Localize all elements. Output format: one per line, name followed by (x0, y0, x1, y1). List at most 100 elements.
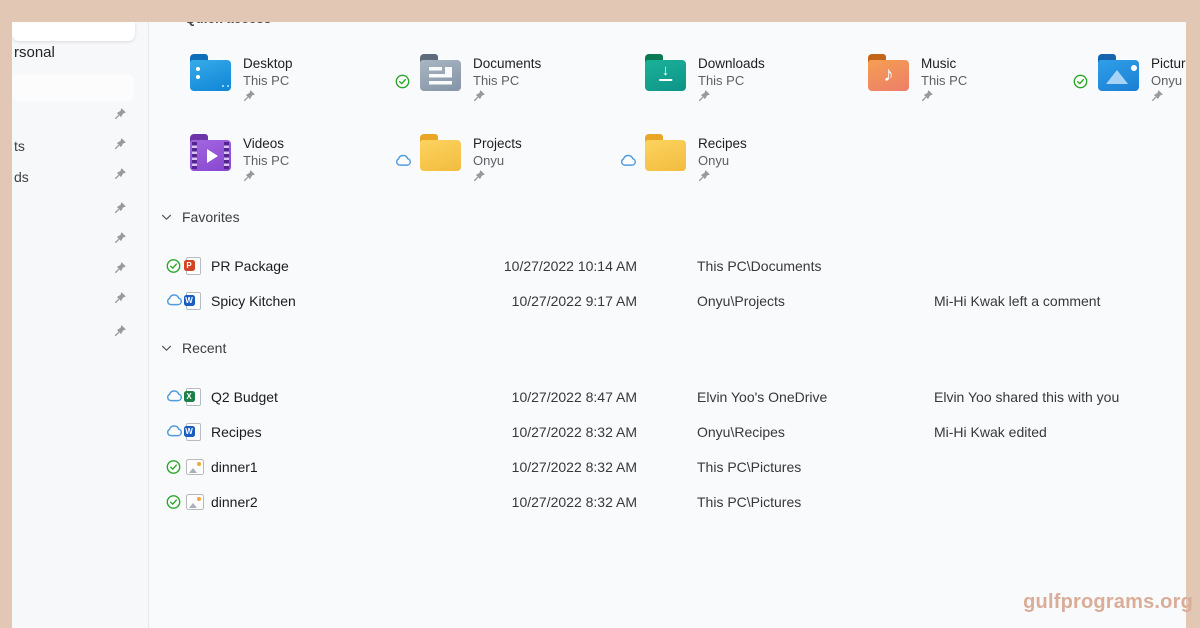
file-name: dinner2 (211, 494, 258, 510)
sidebar-item-highlight (12, 74, 134, 101)
row-pr-package[interactable]: P PR Package 10/27/2022 10:14 AM This PC… (0, 248, 1200, 283)
pin-icon (243, 89, 256, 102)
chevron-down-icon (161, 339, 172, 357)
music-folder-icon (868, 60, 909, 91)
row-dinner1[interactable]: dinner1 10/27/2022 8:32 AM This PC\Pictu… (0, 449, 1200, 484)
row-recipes[interactable]: W Recipes 10/27/2022 8:32 AM Onyu\Recipe… (0, 414, 1200, 449)
file-location: This PC\Documents (697, 258, 821, 274)
tile-location: Onyu (1151, 73, 1182, 88)
date-modified: 10/27/2022 8:47 AM (440, 389, 637, 405)
file-name: PR Package (211, 258, 289, 274)
tile-videos[interactable]: Videos This PC (190, 132, 408, 184)
file-explorer-window: rsonal ts ds Quick access Desktop This P… (0, 0, 1200, 628)
section-label: Favorites (182, 209, 240, 225)
navigation-pane: rsonal ts ds (12, 22, 148, 628)
tile-location: This PC (698, 73, 744, 88)
pin-icon[interactable] (114, 324, 128, 338)
synced-icon (166, 459, 183, 474)
tile-location: This PC (243, 73, 289, 88)
section-header-recent[interactable]: Recent (161, 338, 226, 358)
tile-name: Music (921, 56, 956, 71)
date-modified: 10/27/2022 9:17 AM (440, 293, 637, 309)
cloud-icon (166, 424, 183, 439)
pin-icon[interactable] (114, 201, 128, 215)
pin-icon[interactable] (114, 231, 128, 245)
tile-location: This PC (921, 73, 967, 88)
activity-text: Mi-Hi Kwak edited (934, 424, 1047, 440)
tile-desktop[interactable]: Desktop This PC (190, 52, 408, 104)
file-location: Elvin Yoo's OneDrive (697, 389, 827, 405)
image-icon (186, 459, 204, 475)
pin-icon[interactable] (114, 167, 128, 181)
pin-icon (921, 89, 934, 102)
tile-location: This PC (243, 153, 289, 168)
cloud-icon (620, 154, 637, 169)
file-location: This PC\Pictures (697, 459, 801, 475)
decorative-border-right (1186, 22, 1200, 628)
word-icon: W (186, 292, 201, 310)
file-name: dinner1 (211, 459, 258, 475)
row-spicy-kitchen[interactable]: W Spicy Kitchen 10/27/2022 9:17 AM Onyu\… (0, 283, 1200, 318)
pane-separator (148, 22, 149, 628)
pin-icon (243, 169, 256, 182)
tile-downloads[interactable]: Downloads This PC (645, 52, 863, 104)
tile-name: Downloads (698, 56, 765, 71)
sidebar-flyout (12, 22, 135, 41)
activity-text: Elvin Yoo shared this with you (934, 389, 1119, 405)
synced-icon (1073, 74, 1090, 89)
decorative-border-top (0, 0, 1200, 22)
section-header-favorites[interactable]: Favorites (161, 207, 240, 227)
tile-recipes[interactable]: Recipes Onyu (645, 132, 863, 184)
file-location: Onyu\Projects (697, 293, 785, 309)
tile-music[interactable]: Music This PC (868, 52, 1086, 104)
quick-access-heading-text: Quick access (185, 22, 280, 26)
date-modified: 10/27/2022 8:32 AM (440, 424, 637, 440)
pin-icon (698, 89, 711, 102)
tile-name: Documents (473, 56, 541, 71)
synced-icon (395, 74, 412, 89)
file-name: Recipes (211, 424, 262, 440)
tile-location: This PC (473, 73, 519, 88)
cloud-icon (166, 293, 183, 308)
activity-text: Mi-Hi Kwak left a comment (934, 293, 1100, 309)
row-q2-budget[interactable]: X Q2 Budget 10/27/2022 8:47 AM Elvin Yoo… (0, 379, 1200, 414)
date-modified: 10/27/2022 8:32 AM (440, 494, 637, 510)
file-name: Q2 Budget (211, 389, 278, 405)
tile-projects[interactable]: Projects Onyu (420, 132, 638, 184)
date-modified: 10/27/2022 10:14 AM (440, 258, 637, 274)
image-icon (186, 494, 204, 510)
decorative-border-left (0, 22, 12, 628)
desktop-folder-icon (190, 60, 231, 91)
sidebar-item-personal[interactable]: rsonal (14, 44, 55, 61)
tile-name: Recipes (698, 136, 747, 151)
tile-name: Videos (243, 136, 284, 151)
watermark: gulfprograms.org (1023, 591, 1193, 614)
plain-folder-icon (420, 140, 461, 171)
word-icon: W (186, 423, 201, 441)
pin-icon[interactable] (114, 137, 128, 151)
file-name: Spicy Kitchen (211, 293, 296, 309)
powerpoint-icon: P (186, 257, 201, 275)
tile-location: Onyu (698, 153, 729, 168)
row-dinner2[interactable]: dinner2 10/27/2022 8:32 AM This PC\Pictu… (0, 484, 1200, 519)
videos-folder-icon (190, 140, 231, 171)
tile-documents[interactable]: Documents This PC (420, 52, 638, 104)
date-modified: 10/27/2022 8:32 AM (440, 459, 637, 475)
chevron-down-icon (161, 208, 172, 226)
file-location: This PC\Pictures (697, 494, 801, 510)
tile-name: Projects (473, 136, 522, 151)
cloud-icon (166, 389, 183, 404)
pin-icon (473, 169, 486, 182)
documents-folder-icon (420, 60, 461, 91)
tile-name: Desktop (243, 56, 293, 71)
file-location: Onyu\Recipes (697, 424, 785, 440)
pin-icon[interactable] (114, 107, 128, 121)
sidebar-item-documents[interactable]: ts (14, 138, 25, 154)
sidebar-item-downloads[interactable]: ds (14, 169, 29, 185)
section-label: Recent (182, 340, 226, 356)
tile-pictures[interactable]: Pictures Onyu (1098, 52, 1200, 104)
pictures-folder-icon (1098, 60, 1139, 91)
quick-access-heading: Quick access (185, 22, 280, 27)
synced-icon (166, 494, 183, 509)
cloud-icon (395, 154, 412, 169)
